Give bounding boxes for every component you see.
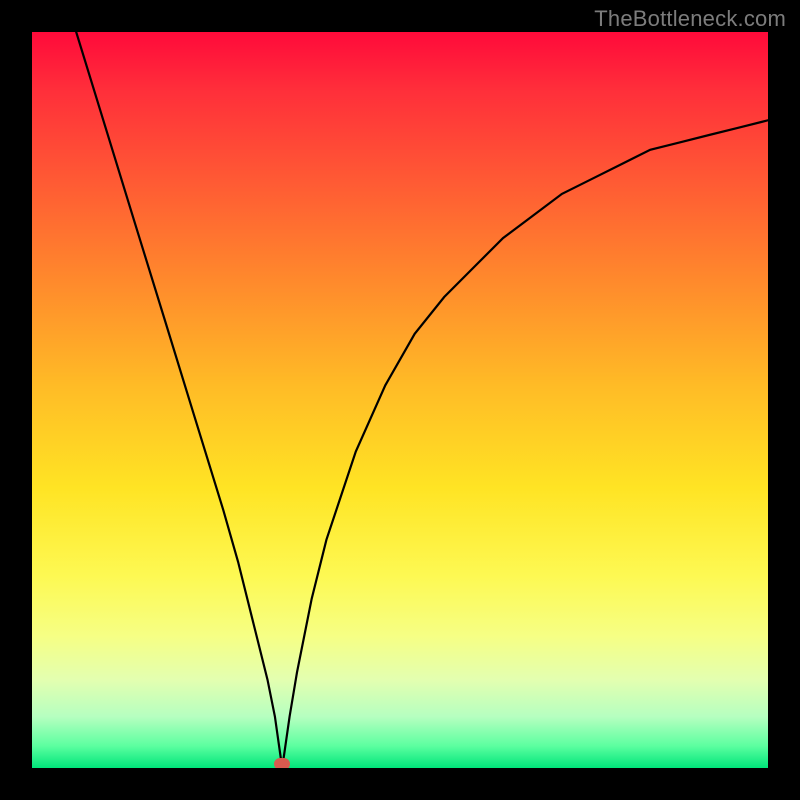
watermark-text: TheBottleneck.com [594,6,786,32]
optimum-marker [274,758,290,768]
curve-path [76,32,768,768]
plot-area [32,32,768,768]
bottleneck-curve [32,32,768,768]
chart-frame: TheBottleneck.com [0,0,800,800]
